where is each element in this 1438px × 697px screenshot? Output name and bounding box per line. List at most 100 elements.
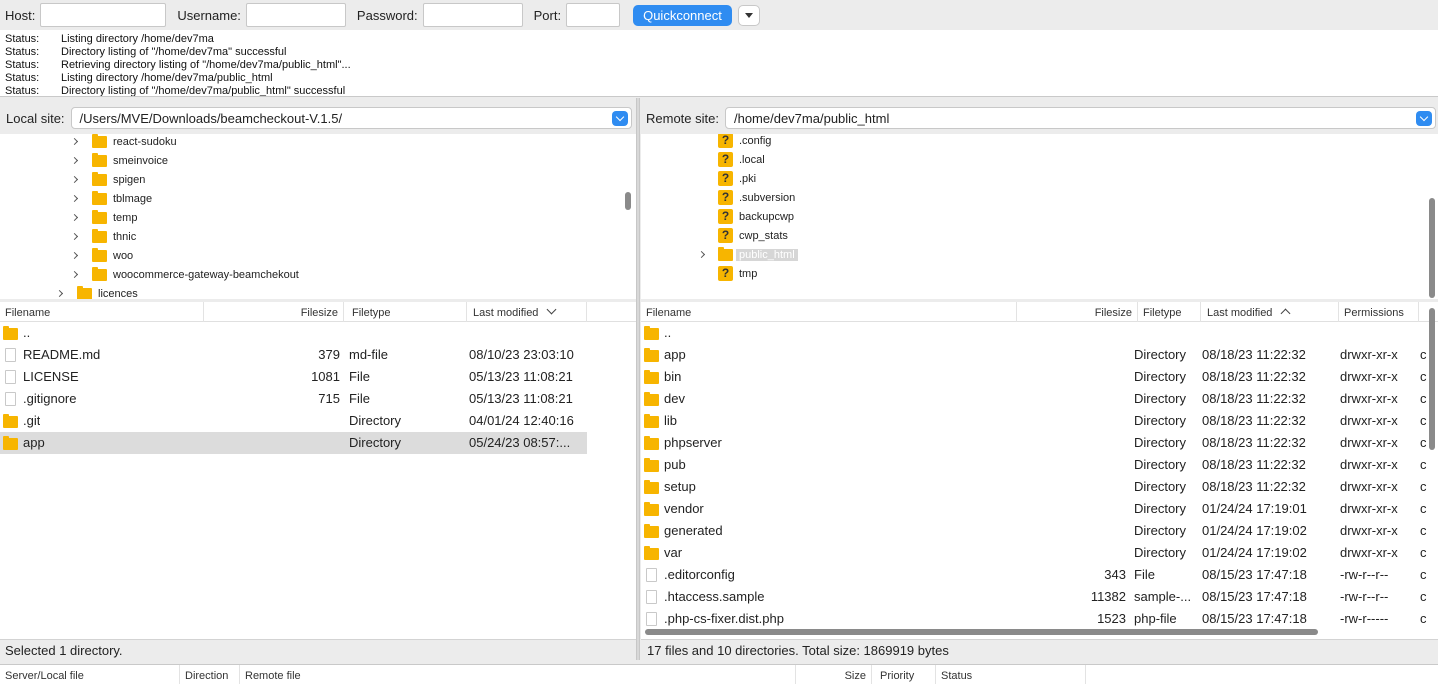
queue-col-status[interactable]: Status: [936, 665, 1086, 685]
tree-item[interactable]: ? backupcwp: [718, 207, 794, 226]
chevron-right-icon[interactable]: [70, 213, 79, 222]
tree-item[interactable]: ? .local: [718, 150, 765, 169]
message-log[interactable]: Status: Listing directory /home/dev7ma Sta…: [0, 30, 1438, 97]
local-site-label: Local site:: [6, 110, 65, 126]
file-row[interactable]: app Directory 05/24/23 08:57:...: [0, 432, 587, 454]
file-size: 379: [318, 347, 340, 362]
file-modified: 08/18/23 11:22:32: [1202, 435, 1306, 450]
col-last-modified[interactable]: Last modified: [467, 302, 587, 322]
host-input[interactable]: [40, 3, 167, 27]
remote-file-list[interactable]: Filename Filesize Filetype Last modified…: [641, 302, 1438, 639]
tree-item[interactable]: react-sudoku: [70, 134, 177, 151]
col-last-modified[interactable]: Last modified: [1201, 302, 1339, 322]
col-filesize[interactable]: Filesize: [1017, 302, 1138, 322]
col-permissions[interactable]: Permissions: [1339, 302, 1419, 322]
port-input[interactable]: [566, 3, 621, 27]
tree-item[interactable]: ? .config: [718, 134, 771, 150]
chevron-right-icon[interactable]: [70, 156, 79, 165]
tree-item[interactable]: thnic: [70, 227, 136, 246]
chevron-right-icon[interactable]: [697, 250, 706, 259]
remote-list-hscrollbar[interactable]: [645, 629, 1318, 635]
username-input[interactable]: [245, 3, 346, 27]
file-row[interactable]: setup Directory 08/18/23 11:22:32 drwxr-xr-…: [641, 476, 1427, 498]
log-message: Listing directory /home/dev7ma: [61, 33, 214, 45]
file-row[interactable]: .gitignore 715 File 05/13/23 11:08:21: [0, 388, 587, 410]
tree-item[interactable]: ? tmp: [718, 264, 757, 283]
quickconnect-button[interactable]: Quickconnect: [633, 4, 732, 26]
remote-tree-scrollbar[interactable]: [1429, 198, 1435, 298]
remote-tree[interactable]: ? .config? .local? .pki? .subversion? backupc…: [641, 134, 1438, 299]
col-last-modified-label: Last modified: [1207, 307, 1273, 319]
tree-item[interactable]: smeinvoice: [70, 151, 168, 170]
tree-item[interactable]: woocommerce-gateway-beamchekout: [70, 265, 299, 284]
queue-col-direction[interactable]: Direction: [180, 665, 240, 685]
queue-col-priority[interactable]: Priority: [872, 665, 936, 685]
file-row[interactable]: phpserver Directory 08/18/23 11:22:32 drwxr…: [641, 432, 1427, 454]
file-modified: 08/18/23 11:22:32: [1202, 479, 1306, 494]
local-file-list[interactable]: Filename Filesize Filetype Last modified…: [0, 302, 636, 639]
file-row[interactable]: var Directory 01/24/24 17:19:02 drwxr-xr-x c: [641, 542, 1427, 564]
queue-col-local-file[interactable]: Server/Local file: [0, 665, 180, 685]
file-row[interactable]: app Directory 08/18/23 11:22:32 drwxr-xr-x c: [641, 344, 1427, 366]
local-site-combo[interactable]: /Users/MVE/Downloads/beamcheckout-V.1.5/: [70, 107, 632, 129]
file-row[interactable]: README.md 379 md-file 08/10/23 23:03:10: [0, 344, 587, 366]
file-row[interactable]: dev Directory 08/18/23 11:22:32 drwxr-xr-x c: [641, 388, 1427, 410]
tree-item[interactable]: temp: [70, 208, 137, 227]
transfer-queue[interactable]: [0, 684, 1438, 697]
tree-item-label: tmp: [739, 267, 758, 280]
tree-item[interactable]: spigen: [70, 170, 145, 189]
file-owner: c: [1420, 457, 1427, 472]
file-row[interactable]: ..: [0, 322, 587, 344]
chevron-right-icon[interactable]: [70, 194, 79, 203]
tree-item[interactable]: ? .subversion: [718, 188, 795, 207]
local-tree-scrollbar[interactable]: [625, 192, 631, 210]
chevron-right-icon[interactable]: [70, 270, 79, 279]
file-permissions: drwxr-xr-x: [1340, 435, 1398, 450]
port-label: Port:: [533, 7, 562, 23]
pane-splitter[interactable]: [636, 98, 640, 660]
local-site-dropdown-button[interactable]: [611, 111, 628, 126]
quickconnect-dropdown-button[interactable]: [737, 4, 760, 26]
chevron-right-icon[interactable]: [70, 232, 79, 241]
col-filetype[interactable]: Filetype: [1138, 302, 1201, 322]
chevron-right-icon[interactable]: [70, 137, 79, 146]
file-row[interactable]: .htaccess.sample 11382 sample-... 08/15/23 …: [641, 586, 1427, 608]
tree-item[interactable]: licences: [55, 284, 138, 299]
col-filetype[interactable]: Filetype: [344, 302, 467, 322]
file-row[interactable]: LICENSE 1081 File 05/13/23 11:08:21: [0, 366, 587, 388]
local-site-path: /Users/MVE/Downloads/beamcheckout-V.1.5/: [79, 110, 343, 126]
tree-item[interactable]: tblmage: [70, 189, 152, 208]
chevron-right-icon[interactable]: [70, 251, 79, 260]
remote-status: 17 files and 10 directories. Total size:…: [641, 639, 1438, 660]
col-filesize[interactable]: Filesize: [204, 302, 344, 322]
local-tree[interactable]: react-sudoku smeinvoice spigen tblmage temp t…: [0, 134, 636, 299]
remote-site-dropdown-button[interactable]: [1415, 111, 1432, 126]
chevron-down-icon: [615, 112, 624, 122]
file-row[interactable]: .php-cs-fixer.dist.php 1523 php-file 08/15/…: [641, 608, 1427, 630]
queue-col-size[interactable]: Size: [796, 665, 872, 685]
chevron-right-icon[interactable]: [55, 289, 64, 298]
remote-list-vscrollbar[interactable]: [1429, 308, 1435, 450]
col-filename[interactable]: Filename: [0, 302, 204, 322]
col-filename[interactable]: Filename: [641, 302, 1017, 322]
file-row[interactable]: vendor Directory 01/24/24 17:19:01 drwxr-xr…: [641, 498, 1427, 520]
queue-col-remote-file[interactable]: Remote file: [240, 665, 796, 685]
file-row[interactable]: ..: [641, 322, 1427, 344]
tree-item[interactable]: ? .pki: [718, 169, 756, 188]
tree-item[interactable]: woo: [70, 246, 133, 265]
file-row[interactable]: .git Directory 04/01/24 12:40:16: [0, 410, 587, 432]
file-row[interactable]: lib Directory 08/18/23 11:22:32 drwxr-xr-x c: [641, 410, 1427, 432]
tree-item[interactable]: public_html: [697, 245, 798, 264]
file-size: 11382: [1090, 589, 1126, 604]
folder-icon: [644, 502, 659, 516]
file-row[interactable]: .editorconfig 343 File 08/15/23 17:47:18 -rw…: [641, 564, 1427, 586]
file-row[interactable]: pub Directory 08/18/23 11:22:32 drwxr-xr-x c: [641, 454, 1427, 476]
chevron-right-icon[interactable]: [70, 175, 79, 184]
remote-site-combo[interactable]: /home/dev7ma/public_html: [724, 107, 1436, 129]
file-row[interactable]: generated Directory 01/24/24 17:19:02 drwxr…: [641, 520, 1427, 542]
password-input[interactable]: [422, 3, 523, 27]
tree-item[interactable]: ? cwp_stats: [718, 226, 788, 245]
file-row[interactable]: bin Directory 08/18/23 11:22:32 drwxr-xr-x c: [641, 366, 1427, 388]
file-name: .editorconfig: [664, 567, 735, 582]
folder-icon: [3, 414, 18, 428]
